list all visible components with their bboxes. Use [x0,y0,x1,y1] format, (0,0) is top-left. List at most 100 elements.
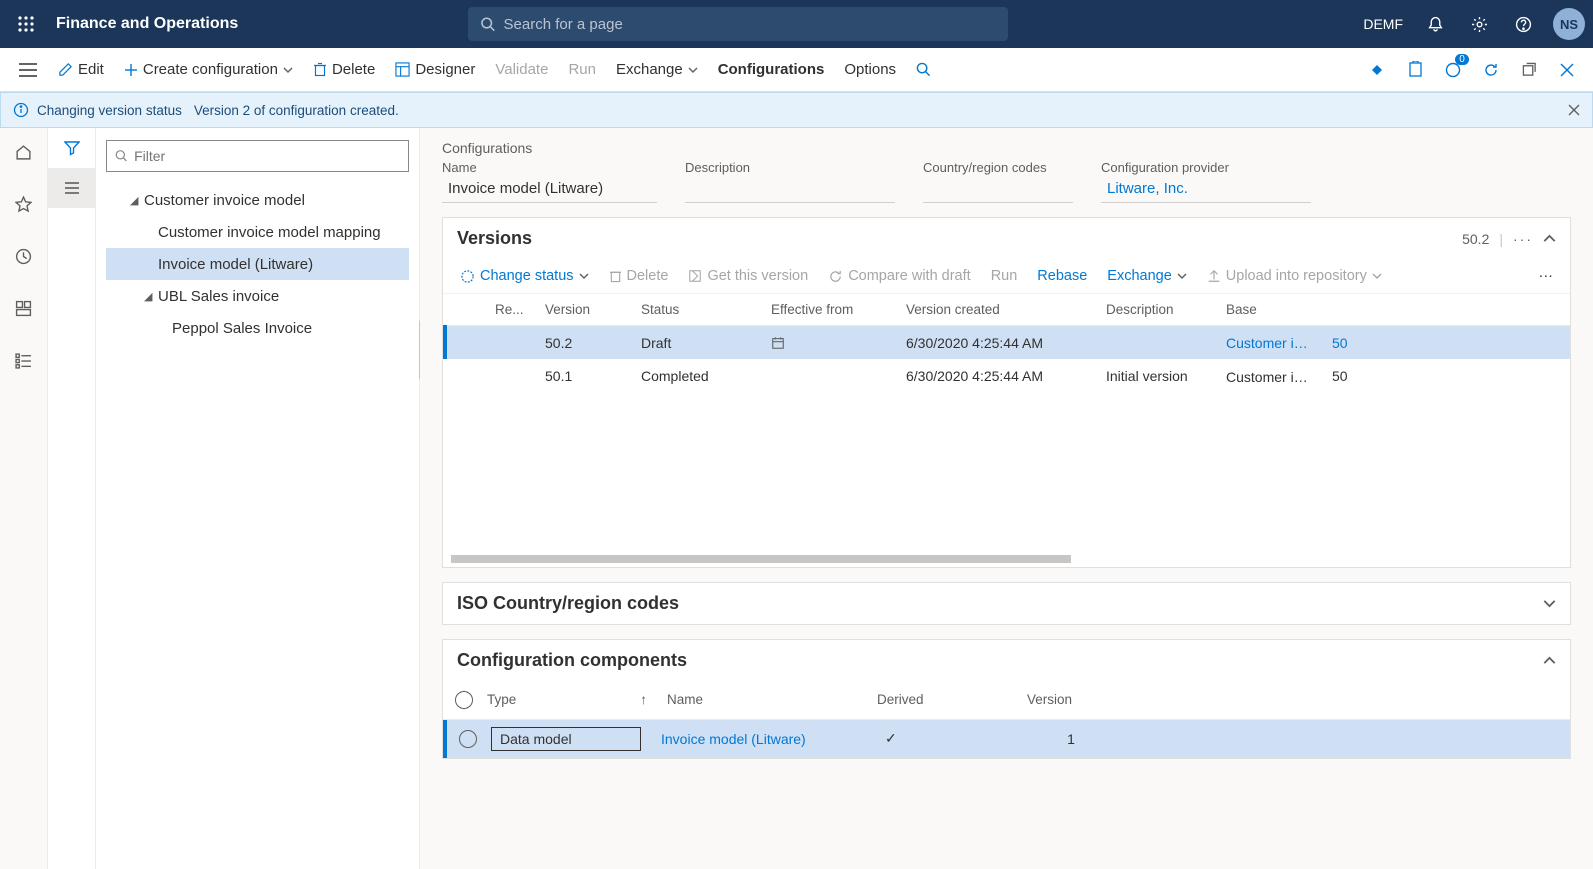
more-icon[interactable]: ··· [1513,231,1533,247]
col-created[interactable]: Version created [896,294,1096,326]
diamond-icon[interactable] [1359,52,1395,88]
create-configuration-button[interactable]: Create configuration [114,56,303,83]
provider-link[interactable]: Litware, Inc. [1101,177,1311,203]
upload-button[interactable]: Upload into repository [1198,263,1391,289]
field-value[interactable] [685,177,895,203]
tree-node-invoice-litware[interactable]: Invoice model (Litware) [106,248,409,280]
rebase-button[interactable]: Rebase [1028,263,1096,289]
col-version[interactable]: Version [535,294,631,326]
col-name[interactable]: Name [647,692,877,707]
tree-node-peppol[interactable]: Peppol Sales Invoice [106,312,409,344]
edit-button[interactable]: Edit [48,56,114,83]
ver-exchange-label: Exchange [1107,268,1172,284]
help-icon[interactable] [1503,4,1543,44]
list-tab[interactable] [48,168,96,208]
gear-icon[interactable] [1459,4,1499,44]
global-search[interactable] [468,7,1008,41]
col-effective[interactable]: Effective from [761,294,896,326]
col-type[interactable]: Type [487,692,516,707]
col-version[interactable]: Version [1027,692,1127,707]
close-icon[interactable] [1549,52,1585,88]
validate-button[interactable]: Validate [485,56,558,83]
notif-title: Changing version status [37,103,182,118]
filter-input[interactable] [134,148,400,164]
component-row[interactable]: Data model Invoice model (Litware) ✓ 1 [443,720,1570,758]
get-version-button[interactable]: Get this version [679,263,817,289]
col-derived[interactable]: Derived [877,692,1027,707]
more-button[interactable]: ··· [1530,263,1563,289]
app-title: Finance and Operations [56,15,238,33]
content-area: Configurations NameInvoice model (Litwar… [420,128,1593,869]
tree-label: Customer invoice model mapping [158,224,381,241]
radio-icon[interactable] [459,730,477,748]
delete-label: Delete [332,61,375,78]
search-input[interactable] [504,16,997,33]
star-icon[interactable] [8,188,40,220]
workspace-icon[interactable] [8,292,40,324]
chevron-down-icon[interactable] [1543,597,1556,610]
cell: 6/30/2020 4:25:44 AM [896,359,1096,392]
cell[interactable]: 50 [1322,326,1570,360]
designer-button[interactable]: Designer [385,56,485,83]
table-row[interactable]: 50.1 Completed 6/30/2020 4:25:44 AM Init… [445,359,1570,392]
iso-card: ISO Country/region codes [442,582,1571,625]
company-code[interactable]: DEMF [1363,16,1403,32]
tree-pane: ◢Customer invoice model Customer invoice… [96,128,420,869]
field-label: Description [685,160,895,175]
ver-run-button[interactable]: Run [982,263,1027,289]
component-type[interactable]: Data model [491,727,641,751]
options-button[interactable]: Options [834,56,906,83]
component-name-link[interactable]: Invoice model (Litware) [641,731,871,747]
components-header: Type↑ Name Derived Version [443,681,1570,720]
attachment-icon[interactable] [1397,52,1433,88]
tree-label: Invoice model (Litware) [158,256,313,273]
waffle-icon[interactable] [8,6,44,42]
notif-close-icon[interactable] [1568,104,1580,116]
options-label: Options [844,61,896,78]
delete-button[interactable]: Delete [303,56,385,83]
chevron-down-icon [1177,271,1187,281]
radio-icon[interactable] [455,691,473,709]
tree-node-root[interactable]: ◢Customer invoice model [106,184,409,216]
field-value[interactable]: Invoice model (Litware) [442,177,657,203]
table-row[interactable]: 50.2 Draft 6/30/2020 4:25:44 AM Customer… [445,326,1570,360]
col-re[interactable]: Re... [485,294,535,326]
base-link[interactable]: Customer in… [1226,335,1312,351]
calendar-icon[interactable] [771,336,785,350]
version-delete-button[interactable]: Delete [600,263,678,289]
component-derived: ✓ [871,730,1021,747]
hamburger-icon[interactable] [8,50,48,90]
bell-icon[interactable] [1415,4,1455,44]
h-scrollbar[interactable] [451,555,1071,563]
designer-icon [395,62,410,77]
notifications-icon[interactable]: 0 [1435,52,1471,88]
versions-title: Versions [457,228,532,249]
ver-exchange-button[interactable]: Exchange [1098,263,1196,289]
field-value[interactable] [923,177,1073,203]
compare-button[interactable]: Compare with draft [819,263,980,289]
refresh-icon[interactable] [1473,52,1509,88]
run-button[interactable]: Run [558,56,606,83]
rebase-label: Rebase [1037,268,1087,284]
home-icon[interactable] [8,136,40,168]
chevron-up-icon[interactable] [1543,654,1556,667]
modules-icon[interactable] [8,344,40,376]
change-status-button[interactable]: Change status [451,263,598,289]
edit-label: Edit [78,61,104,78]
filter-box[interactable] [106,140,409,172]
col-status[interactable]: Status [631,294,761,326]
find-button[interactable] [906,57,941,82]
avatar[interactable]: NS [1553,8,1585,40]
tree-node-mapping[interactable]: Customer invoice model mapping [106,216,409,248]
popout-icon[interactable] [1511,52,1547,88]
filter-tab[interactable] [48,128,96,168]
field-label: Configuration provider [1101,160,1311,175]
exchange-button[interactable]: Exchange [606,56,708,83]
recent-icon[interactable] [8,240,40,272]
tree-node-ubl[interactable]: ◢UBL Sales invoice [106,280,409,312]
cell: Draft [631,326,761,360]
chevron-up-icon[interactable] [1543,232,1556,245]
col-base[interactable]: Base [1216,294,1322,326]
col-desc[interactable]: Description [1096,294,1216,326]
configurations-tab[interactable]: Configurations [708,56,835,83]
